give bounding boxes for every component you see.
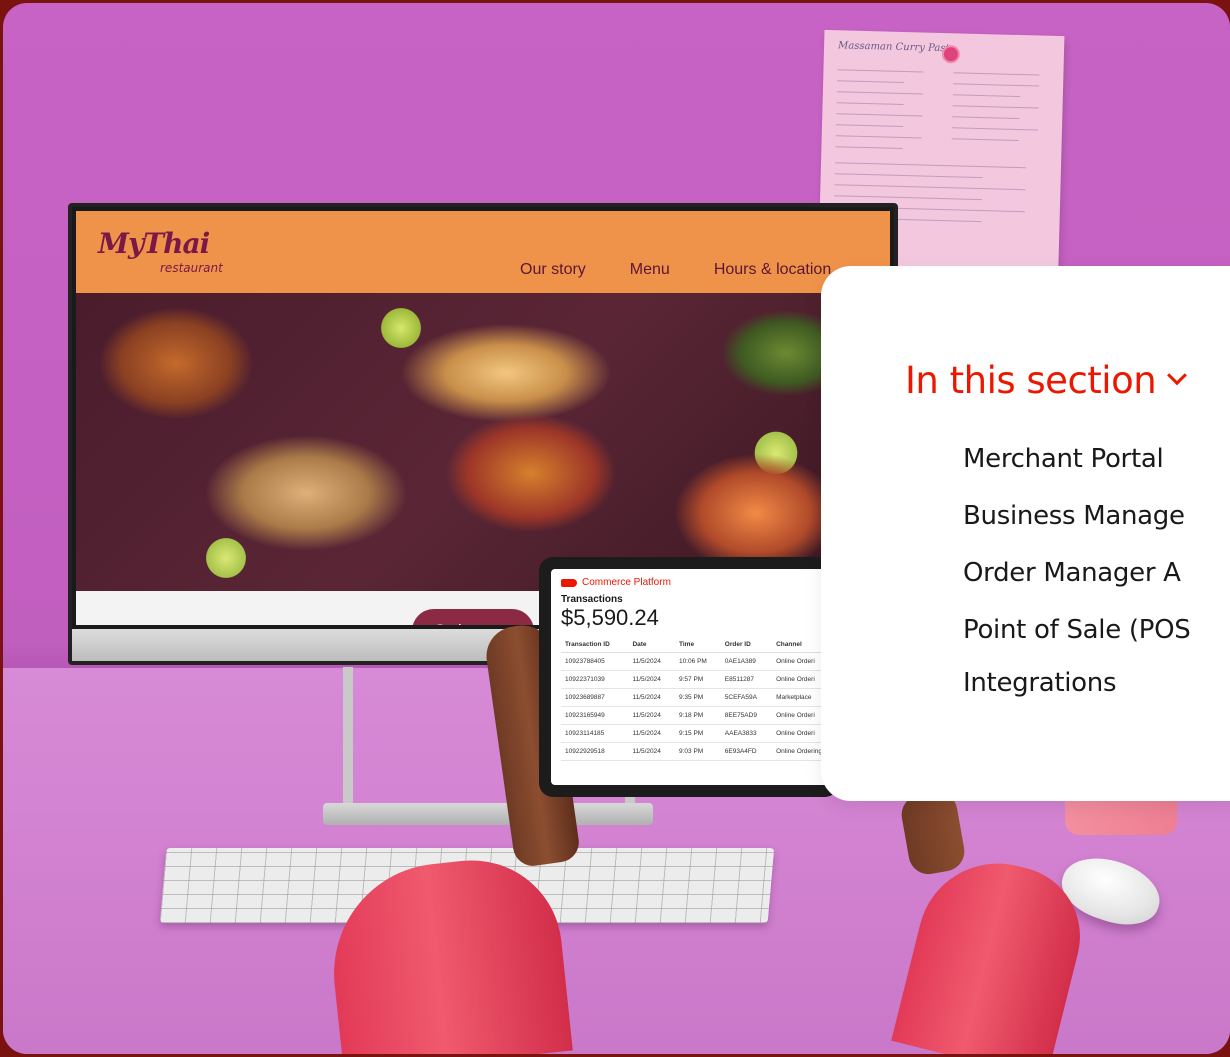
in-this-section-card: In this section Merchant Portal Business… [821,266,1230,801]
transactions-label: Transactions [561,594,623,605]
tablet-screen: Commerce Platform Transactions $5,590.24… [551,569,839,785]
cell: AAEA3833 [720,724,773,743]
in-this-section-toggle[interactable]: In this section [905,359,1188,402]
cell: 9:57 PM [675,670,721,689]
section-item-integrations[interactable]: Integrations [963,666,1230,700]
pushpin-icon [943,47,959,62]
col-order-id: Order ID [720,637,773,653]
order-now-button[interactable]: Order now [412,609,534,625]
transactions-total: $5,590.24 [561,605,659,630]
cell: 9:18 PM [675,706,721,725]
cell: 6E93A4FD [720,742,773,761]
site-nav: Our story Menu Hours & location [520,261,831,279]
site-header: MyThai restaurant Our story Menu Hours &… [76,211,890,293]
nav-hours-location[interactable]: Hours & location [714,261,831,279]
hero-scene: Massaman Curry Paste MyThai restaurant O… [3,3,1230,1054]
section-item-order-manager[interactable]: Order Manager A [963,558,1230,615]
monitor-stand-base [323,803,653,825]
section-heading-text: In this section [905,359,1157,402]
cell: 11/5/2024 [628,706,675,725]
nav-our-story[interactable]: Our story [520,261,586,279]
chevron-down-icon [1167,364,1188,385]
cell: 10923788405 [561,652,629,671]
cell: 10922371039 [561,670,629,689]
cell: 10923689887 [561,688,629,707]
cell: 9:35 PM [675,688,721,707]
section-item-merchant-portal[interactable]: Merchant Portal [963,444,1230,501]
table-row[interactable]: 10923788405 11/5/2024 10:06 PM 0AE1A389 … [561,652,839,671]
col-time: Time [675,637,721,653]
cell: 10923165949 [561,706,629,725]
cell: 11/5/2024 [628,670,675,689]
section-nav-list: Merchant Portal Business Manage Order Ma… [963,444,1230,700]
cell: E8511287 [720,670,773,689]
table-row[interactable]: 10923689887 11/5/2024 9:35 PM 5CEFA59A M… [561,688,839,707]
table-header-row: Transaction ID Date Time Order ID Channe… [561,637,839,653]
nav-menu[interactable]: Menu [630,261,670,279]
brand-name: Commerce Platform [582,577,671,588]
cell: 9:03 PM [675,742,721,761]
table-row[interactable]: 10923114185 11/5/2024 9:15 PM AAEA3833 O… [561,724,839,743]
logo-main-text: MyThai [98,227,210,260]
section-item-business-manager[interactable]: Business Manage [963,501,1230,558]
cell: 10923114185 [561,724,629,743]
logo-sub-text: restaurant [160,261,223,275]
table-row[interactable]: 10922371039 11/5/2024 9:57 PM E8511287 O… [561,670,839,689]
col-transaction-id: Transaction ID [561,637,629,653]
restaurant-logo[interactable]: MyThai restaurant [98,227,223,275]
cell: 8EE75AD9 [720,706,773,725]
cell: 5CEFA59A [720,688,773,707]
section-item-point-of-sale[interactable]: Point of Sale (POS [963,615,1230,672]
cell: 11/5/2024 [628,742,675,761]
cell: 11/5/2024 [628,652,675,671]
cell: 11/5/2024 [628,724,675,743]
cell: 9:15 PM [675,724,721,743]
doordash-logo-icon [561,578,577,587]
food-photo [76,293,890,591]
cell: 11/5/2024 [628,688,675,707]
table-row[interactable]: 10922929518 11/5/2024 9:03 PM 6E93A4FD O… [561,742,839,761]
transactions-table: Transaction ID Date Time Order ID Channe… [561,637,839,761]
cell: 10:06 PM [675,652,721,671]
col-date: Date [628,637,675,653]
table-row[interactable]: 10923165949 11/5/2024 9:18 PM 8EE75AD9 O… [561,706,839,725]
tablet: Commerce Platform Transactions $5,590.24… [539,557,839,797]
cell: 10922929518 [561,742,629,761]
cell: 0AE1A389 [720,652,773,671]
commerce-platform-brand: Commerce Platform [561,577,833,588]
